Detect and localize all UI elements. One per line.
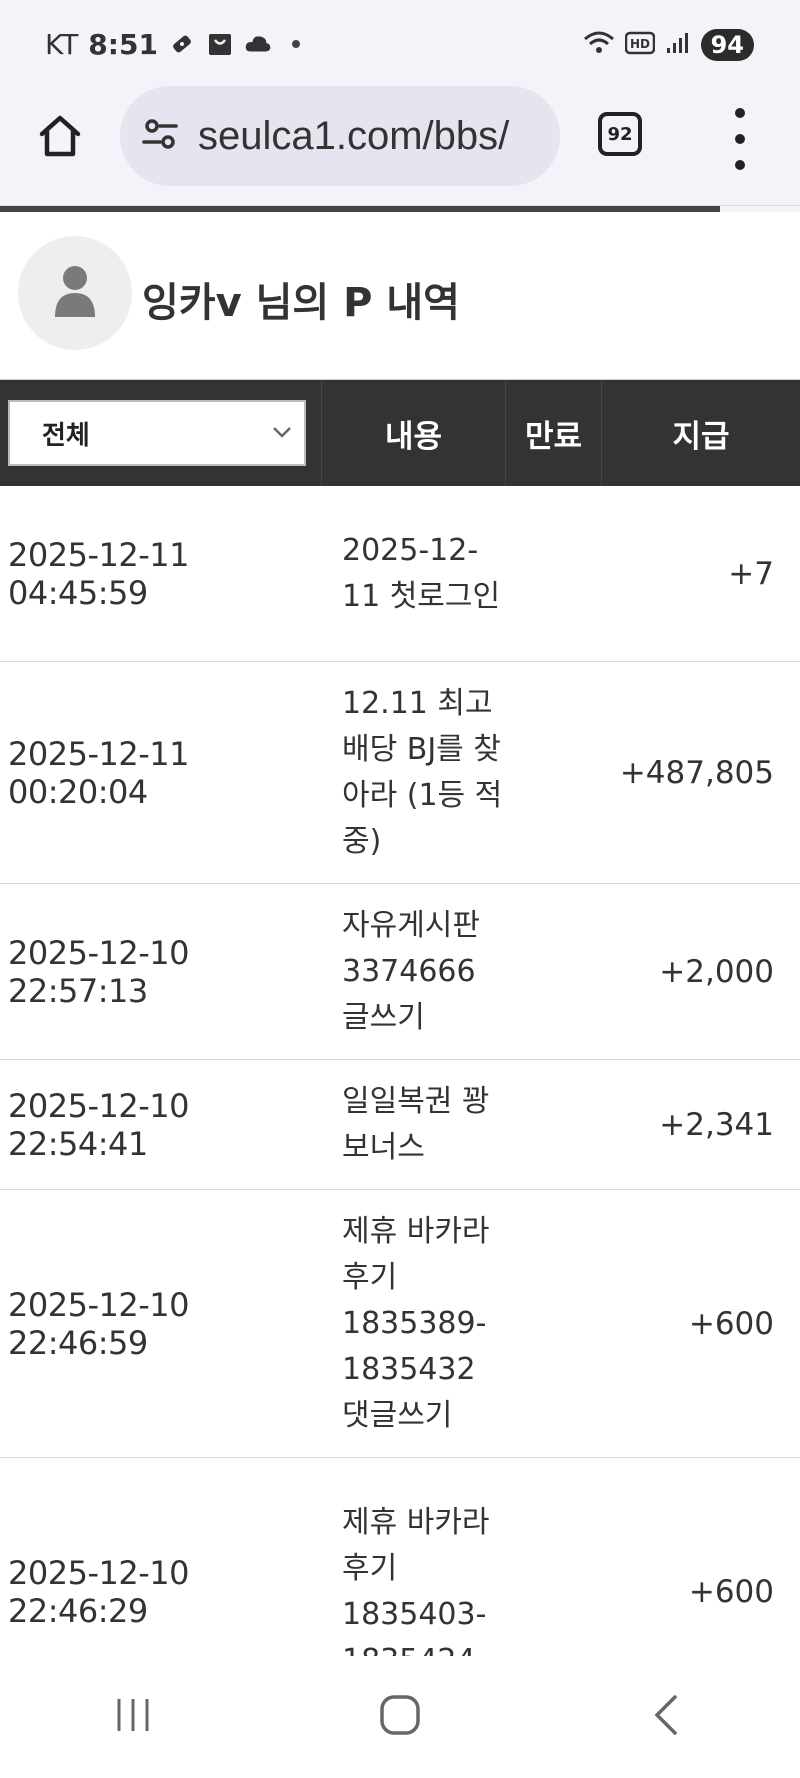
table-row: 2025-12-10 22:57:13 자유게시판 3374666 글쓰기 +2…: [0, 884, 800, 1060]
status-bar: KT 8:51 HD 94: [0, 0, 800, 88]
column-header-expire: 만료: [506, 380, 602, 486]
row-date: 2025-12-10 22:46:59: [8, 1285, 189, 1362]
table-row: 2025-12-10 22:54:41 일일복권 꽝 보너스 +2,341: [0, 1060, 800, 1190]
row-date: 2025-12-11 04:45:59: [8, 535, 189, 612]
row-content: 제휴 바카라후기 1835389-1835432 댓글쓰기: [342, 1213, 490, 1433]
recent-apps-button[interactable]: [93, 1677, 173, 1757]
row-content: 2025-12-11 첫로그인: [342, 532, 501, 614]
column-header-amount: 지급: [672, 418, 730, 455]
row-date: 2025-12-11 00:20:04: [8, 734, 189, 811]
row-content: 일일복권 꽝 보너스: [342, 1083, 490, 1165]
hd-voice-icon: HD: [624, 31, 655, 59]
ticket-icon: [168, 30, 196, 58]
wifi-icon: [583, 30, 615, 60]
menu-dot: [735, 134, 745, 144]
home-circle-icon: [378, 1693, 422, 1741]
row-amount: +2,341: [659, 1106, 774, 1143]
clock: 8:51: [88, 27, 158, 61]
row-amount: +7: [728, 555, 774, 592]
svg-text:HD: HD: [630, 37, 650, 51]
home-icon: [36, 112, 84, 164]
profile-header: 잉카v 님의 P 내역: [0, 212, 800, 380]
row-content: 12.11 최고 배당 BJ를 찾아라 (1등 적중): [342, 685, 503, 859]
more-vert-icon[interactable]: [728, 104, 752, 174]
filter-select[interactable]: 전체: [8, 400, 306, 466]
chevron-down-icon: [270, 420, 294, 451]
status-right: HD 94: [583, 28, 754, 62]
carrier-label: KT: [45, 27, 79, 61]
shopping-bag-icon: [206, 30, 234, 58]
table-row: 2025-12-11 00:20:04 12.11 최고 배당 BJ를 찾아라 …: [0, 662, 800, 884]
menu-dot: [735, 160, 745, 170]
row-date: 2025-12-10 22:46:29: [8, 1553, 189, 1630]
filter-header-cell: 전체: [0, 380, 322, 486]
page-title: 잉카v 님의 P 내역: [142, 280, 460, 326]
row-amount: +600: [688, 1305, 774, 1342]
menu-dot: [735, 108, 745, 118]
row-amount: +600: [688, 1573, 774, 1610]
status-left: KT 8:51: [45, 26, 310, 62]
row-content: 자유게시판 3374666 글쓰기: [342, 907, 480, 1035]
home-button[interactable]: [30, 108, 90, 168]
back-icon: [649, 1693, 685, 1741]
avatar: [18, 236, 132, 350]
url-text: seulca1.com/bbs/: [198, 113, 510, 158]
battery-indicator: 94: [700, 29, 754, 61]
back-button[interactable]: [627, 1677, 707, 1757]
row-date: 2025-12-10 22:54:41: [8, 1086, 189, 1163]
filter-select-value: 전체: [42, 420, 90, 451]
site-settings-icon[interactable]: [140, 114, 180, 158]
tab-switcher-button[interactable]: 92: [598, 112, 642, 156]
recent-apps-icon: [113, 1695, 153, 1739]
home-nav-button[interactable]: [360, 1677, 440, 1757]
row-amount: +487,805: [619, 754, 774, 791]
table-row: 2025-12-11 04:45:59 2025-12-11 첫로그인 +7: [0, 486, 800, 662]
points-table-body: 2025-12-11 04:45:59 2025-12-11 첫로그인 +7 2…: [0, 486, 800, 1726]
table-row: 2025-12-10 22:46:59 제휴 바카라후기 1835389-183…: [0, 1190, 800, 1458]
address-bar[interactable]: seulca1.com/bbs/: [120, 86, 560, 186]
notification-dot-icon: [282, 30, 310, 58]
browser-toolbar: seulca1.com/bbs/ 92: [0, 86, 800, 206]
column-header-content: 내용: [322, 380, 506, 486]
signal-icon: [665, 31, 691, 59]
cloud-icon: [244, 30, 272, 58]
system-nav-bar: [0, 1656, 800, 1778]
table-header: 전체 내용 만료 지급: [0, 380, 800, 486]
user-icon: [53, 265, 97, 321]
row-amount: +2,000: [659, 953, 774, 990]
row-date: 2025-12-10 22:57:13: [8, 933, 189, 1010]
